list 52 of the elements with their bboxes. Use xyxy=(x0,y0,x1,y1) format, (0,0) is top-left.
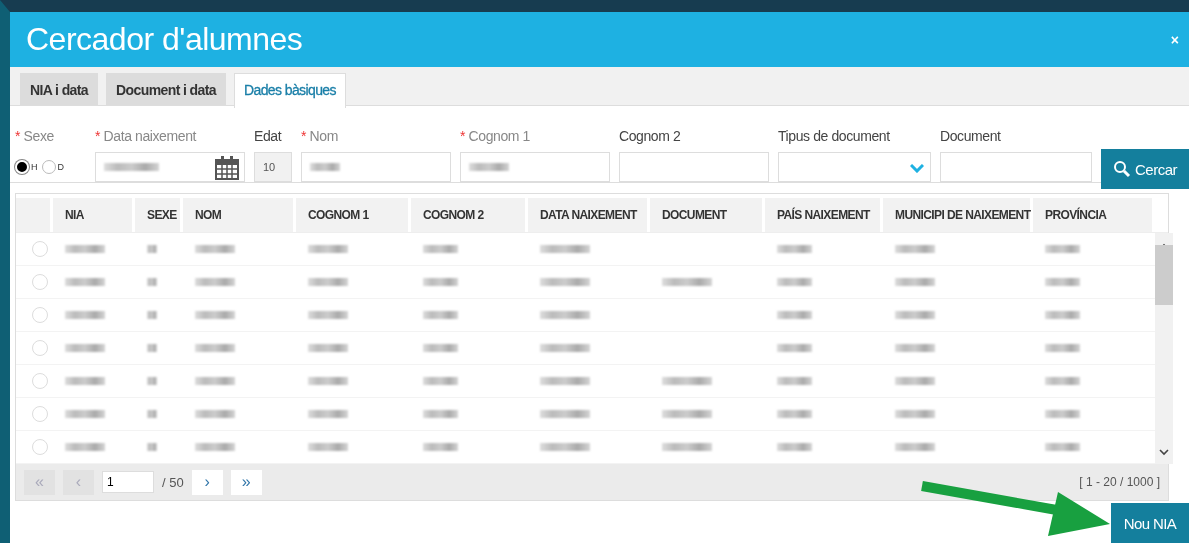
column-header[interactable]: SEXE xyxy=(135,198,180,232)
column-header[interactable]: DOCUMENT xyxy=(650,198,762,232)
text-field[interactable] xyxy=(619,152,769,182)
radio-label: H xyxy=(31,162,38,172)
field-label: * Data naixement xyxy=(95,128,198,144)
scrollbar[interactable] xyxy=(1155,233,1173,464)
page-total: / 50 xyxy=(162,474,184,490)
date-field[interactable] xyxy=(95,152,245,182)
row-radio[interactable] xyxy=(32,340,48,356)
record-range: [ 1 - 20 / 1000 ] xyxy=(1079,475,1160,489)
column-header[interactable]: PAÍS NAIXEMENT xyxy=(765,198,880,232)
tab[interactable]: Dades bàsiques xyxy=(233,73,346,108)
search-icon xyxy=(1113,160,1131,178)
row-radio[interactable] xyxy=(32,307,48,323)
field-label: Edat xyxy=(254,128,283,144)
column-header[interactable]: NOM xyxy=(183,198,293,232)
row-radio[interactable] xyxy=(32,274,48,290)
search-button[interactable]: Cercar xyxy=(1101,149,1189,189)
new-nia-button[interactable]: Nou NIA xyxy=(1111,503,1189,543)
field-label: Tipus de document xyxy=(778,128,891,144)
field-label: * Nom xyxy=(301,128,339,144)
column-header[interactable]: MUNICIPI DE NAIXEMENT xyxy=(883,198,1030,232)
column-header[interactable]: COGNOM 2 xyxy=(411,198,525,232)
radio-button[interactable] xyxy=(41,160,56,174)
row-radio[interactable] xyxy=(32,406,48,422)
radio-label: D xyxy=(57,162,64,172)
field-label: Document xyxy=(940,128,1002,144)
page-field[interactable]: 1 xyxy=(102,471,154,493)
text-field[interactable] xyxy=(460,152,610,182)
last-page-button[interactable]: » xyxy=(230,469,262,495)
field-label: * Sexe xyxy=(15,128,55,144)
row-radio[interactable] xyxy=(32,439,48,455)
column-header[interactable]: NIA xyxy=(53,198,132,232)
column-header[interactable]: PROVÍNCIA xyxy=(1033,198,1152,232)
column-header[interactable]: DATA NAIXEMENT xyxy=(528,198,647,232)
text-field[interactable] xyxy=(301,152,451,182)
scrollbar-thumb[interactable] xyxy=(1155,244,1173,305)
tab[interactable]: Document i data xyxy=(106,73,226,105)
row-radio[interactable] xyxy=(32,241,48,257)
document-type-select[interactable] xyxy=(778,152,931,182)
column-header[interactable]: COGNOM 1 xyxy=(296,198,408,232)
text-field[interactable] xyxy=(940,152,1092,182)
field-label: * Cognom 1 xyxy=(460,128,531,144)
tab[interactable]: NIA i data xyxy=(20,73,99,105)
window-title: Cercador d'alumnes xyxy=(26,21,303,58)
age-field: 10 xyxy=(254,152,292,182)
next-page-button[interactable]: › xyxy=(191,469,223,495)
chevron-down-icon xyxy=(1159,449,1169,456)
row-radio[interactable] xyxy=(32,373,48,389)
chevron-down-icon xyxy=(910,164,924,173)
field-label: Cognom 2 xyxy=(619,128,682,144)
calendar-icon xyxy=(214,155,240,181)
